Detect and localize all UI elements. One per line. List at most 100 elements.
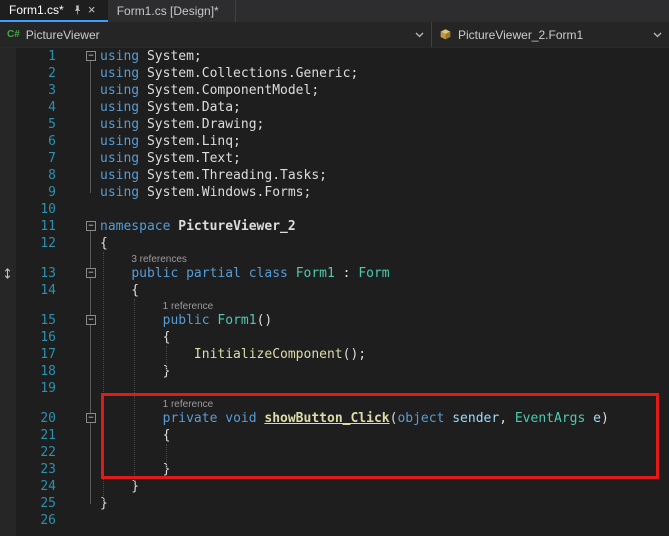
codelens-line: 1 reference (100, 299, 669, 312)
fold-margin (82, 116, 100, 133)
breakpoint-margin[interactable] (0, 329, 16, 346)
code-line (100, 444, 669, 461)
breakpoint-margin[interactable] (0, 99, 16, 116)
close-icon[interactable]: × (85, 3, 99, 17)
fold-margin (82, 133, 100, 150)
fold-margin (82, 478, 100, 495)
fold-margin (82, 461, 100, 478)
breakpoint-margin[interactable] (0, 65, 16, 82)
breakpoint-margin[interactable] (0, 495, 16, 512)
breakpoint-margin[interactable] (0, 48, 16, 65)
code-row: 9using System.Windows.Forms; (0, 184, 669, 201)
project-dropdown[interactable]: C# PictureViewer (0, 22, 432, 47)
breakpoint-margin[interactable] (0, 218, 16, 235)
line-number: 12 (16, 235, 56, 252)
codelens-row: 1 reference (0, 299, 669, 312)
fold-margin (82, 252, 100, 265)
breakpoint-margin[interactable] (0, 235, 16, 252)
fold-margin (82, 363, 100, 380)
pin-icon[interactable] (71, 3, 85, 17)
line-number: 24 (16, 478, 56, 495)
fold-toggle[interactable]: − (86, 315, 96, 325)
breakpoint-margin[interactable] (0, 397, 16, 410)
line-number: 2 (16, 65, 56, 82)
breakpoint-margin[interactable] (0, 167, 16, 184)
breakpoint-margin[interactable] (0, 478, 16, 495)
code-row: 6using System.Linq; (0, 133, 669, 150)
code-line: public partial class Form1 : Form (100, 265, 669, 282)
code-row: 14 { (0, 282, 669, 299)
line-number: 13 (16, 265, 56, 282)
code-row: 4 using System.Data; (0, 99, 669, 116)
line-number: 17 (16, 346, 56, 363)
class-icon (439, 28, 452, 41)
line-number (16, 299, 56, 312)
breakpoint-margin[interactable] (0, 512, 16, 529)
fold-margin (82, 427, 100, 444)
code-line: } (100, 478, 669, 495)
fold-margin (82, 184, 100, 201)
line-number: 10 (16, 201, 56, 218)
type-dropdown-label: PictureViewer_2.Form1 (458, 28, 649, 42)
code-line: using System.Windows.Forms; (100, 184, 669, 201)
line-number: 26 (16, 512, 56, 529)
code-line: using System.Collections.Generic; (100, 65, 669, 82)
codelens-references[interactable]: 1 reference (163, 301, 214, 312)
code-line: private void showButton_Click(object sen… (100, 410, 669, 427)
breakpoint-margin[interactable] (0, 346, 16, 363)
breakpoint-margin[interactable] (0, 116, 16, 133)
code-row: 10 (0, 201, 669, 218)
fold-margin (82, 150, 100, 167)
code-row: 3using System.ComponentModel; (0, 82, 669, 99)
code-row: 18 } (0, 363, 669, 380)
line-number: 4 (16, 99, 56, 116)
navigation-bar: C# PictureViewer PictureViewer_2.Form1 (0, 22, 669, 48)
tab-form1-cs[interactable]: Form1.cs* × (0, 0, 108, 22)
codelens-references[interactable]: 3 references (131, 254, 187, 265)
breakpoint-margin[interactable] (0, 150, 16, 167)
line-number (16, 252, 56, 265)
tab-label: Form1.cs* (9, 3, 64, 17)
fold-margin (82, 99, 100, 116)
codelens-references[interactable]: 1 reference (163, 399, 214, 410)
line-number: 8 (16, 167, 56, 184)
breakpoint-margin[interactable] (0, 427, 16, 444)
breakpoint-margin[interactable] (0, 380, 16, 397)
breakpoint-margin[interactable] (0, 133, 16, 150)
breakpoint-margin[interactable] (0, 363, 16, 380)
inheritance-icon[interactable] (0, 265, 16, 282)
type-dropdown[interactable]: PictureViewer_2.Form1 (432, 22, 669, 47)
breakpoint-margin[interactable] (0, 444, 16, 461)
code-line: using System; (100, 48, 669, 65)
code-row: 7using System.Text; (0, 150, 669, 167)
code-row: 21 { (0, 427, 669, 444)
line-number: 21 (16, 427, 56, 444)
breakpoint-margin[interactable] (0, 82, 16, 99)
fold-toggle[interactable]: − (86, 51, 96, 61)
fold-toggle[interactable]: − (86, 221, 96, 231)
line-number: 15 (16, 312, 56, 329)
fold-margin (82, 167, 100, 184)
breakpoint-margin[interactable] (0, 252, 16, 265)
breakpoint-margin[interactable] (0, 299, 16, 312)
code-line: } (100, 461, 669, 478)
fold-toggle[interactable]: − (86, 268, 96, 278)
fold-margin (82, 397, 100, 410)
code-row: 16 { (0, 329, 669, 346)
breakpoint-margin[interactable] (0, 461, 16, 478)
codelens-row: 1 reference (0, 397, 669, 410)
breakpoint-margin[interactable] (0, 312, 16, 329)
fold-margin (82, 329, 100, 346)
breakpoint-margin[interactable] (0, 410, 16, 427)
breakpoint-margin[interactable] (0, 201, 16, 218)
fold-margin (82, 512, 100, 529)
code-editor[interactable]: 1−using System;2using System.Collections… (0, 48, 669, 536)
code-line (100, 380, 669, 397)
fold-toggle[interactable]: − (86, 413, 96, 423)
code-line: using System.Data; (100, 99, 669, 116)
code-line: InitializeComponent(); (100, 346, 669, 363)
tab-form1-cs-design[interactable]: Form1.cs [Design]* (108, 0, 236, 22)
fold-margin (82, 495, 100, 512)
breakpoint-margin[interactable] (0, 282, 16, 299)
breakpoint-margin[interactable] (0, 184, 16, 201)
